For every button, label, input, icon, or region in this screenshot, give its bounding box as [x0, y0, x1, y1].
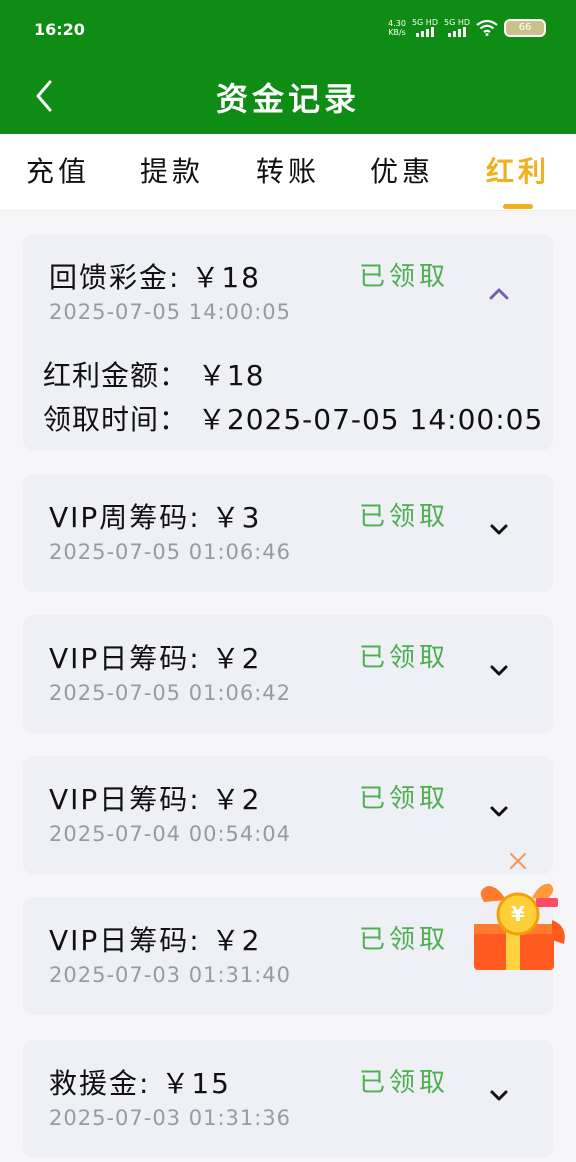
expand-button[interactable]: [485, 1084, 513, 1108]
record-title: VIP周筹码: ￥3: [49, 501, 262, 534]
chevron-down-icon: [490, 665, 508, 676]
record-time: 2025-07-05 01:06:46: [49, 540, 292, 564]
close-icon: [510, 853, 526, 869]
bonus-amount-row: 红利金额： ￥18: [43, 359, 265, 392]
svg-text:¥: ¥: [511, 902, 525, 926]
record-status: 已领取: [359, 784, 450, 814]
record-title: VIP日筹码: ￥2: [49, 783, 262, 816]
gift-promo-button[interactable]: ¥: [466, 880, 570, 974]
chevron-down-icon: [490, 524, 508, 535]
signal-sim1-icon: 5G HD: [412, 18, 438, 37]
record-title: 回馈彩金: ￥18: [49, 261, 261, 294]
network-speed: 4.30 KB/s: [388, 18, 406, 37]
expand-button[interactable]: [485, 800, 513, 824]
status-time: 16:20: [34, 20, 85, 39]
record-status: 已领取: [359, 643, 450, 673]
record-time: 2025-07-05 14:00:05: [49, 300, 292, 324]
tab-promotion[interactable]: 优惠: [370, 150, 434, 190]
tab-bonus[interactable]: 红利: [486, 150, 550, 190]
gift-close-button[interactable]: [505, 848, 531, 874]
gift-box-icon: ¥: [474, 883, 565, 970]
claim-time-row: 领取时间： ￥2025-07-05 14:00:05: [43, 403, 544, 436]
record-title: VIP日筹码: ￥2: [49, 924, 262, 957]
record-time: 2025-07-03 01:31:40: [49, 963, 292, 987]
record-title: 救援金: ￥15: [49, 1067, 231, 1100]
record-card[interactable]: VIP日筹码: ￥2 已领取 2025-07-05 01:06:42: [23, 615, 553, 733]
wifi-icon: [476, 19, 498, 36]
record-card[interactable]: 救援金: ￥15 已领取 2025-07-03 01:31:36: [23, 1040, 553, 1158]
record-title: VIP日筹码: ￥2: [49, 642, 262, 675]
expand-button[interactable]: [485, 518, 513, 542]
app-header: 16:20 4.30 KB/s 5G HD 5G HD 66 资金记录: [0, 0, 576, 134]
signal-sim2-icon: 5G HD: [444, 18, 470, 37]
tab-transfer[interactable]: 转账: [256, 150, 320, 190]
record-time: 2025-07-04 00:54:04: [49, 822, 292, 846]
record-status: 已领取: [359, 262, 450, 292]
record-status: 已领取: [359, 502, 450, 532]
expand-button[interactable]: [485, 659, 513, 683]
active-tab-indicator: [503, 204, 533, 209]
chevron-down-icon: [490, 806, 508, 817]
page-title: 资金记录: [215, 80, 360, 118]
chevron-up-icon: [489, 288, 509, 300]
record-time: 2025-07-05 01:06:42: [49, 681, 292, 705]
record-card[interactable]: VIP周筹码: ￥3 已领取 2025-07-05 01:06:46: [23, 474, 553, 592]
tab-recharge[interactable]: 充值: [26, 150, 90, 190]
chevron-down-icon: [490, 1090, 508, 1101]
record-time: 2025-07-03 01:31:36: [49, 1106, 292, 1130]
record-status: 已领取: [359, 1068, 450, 1098]
record-card[interactable]: VIP日筹码: ￥2 已领取 2025-07-04 00:54:04: [23, 756, 553, 874]
collapse-button[interactable]: [485, 282, 513, 306]
record-status: 已领取: [359, 925, 450, 955]
tab-bar: 充值 提款 转账 优惠 红利: [0, 134, 576, 211]
status-icons: 4.30 KB/s 5G HD 5G HD 66: [388, 18, 546, 37]
tab-withdraw[interactable]: 提款: [140, 150, 204, 190]
record-card[interactable]: 回馈彩金: ￥18 已领取 2025-07-05 14:00:05 红利金额： …: [23, 234, 553, 450]
battery-icon: 66: [504, 18, 546, 37]
